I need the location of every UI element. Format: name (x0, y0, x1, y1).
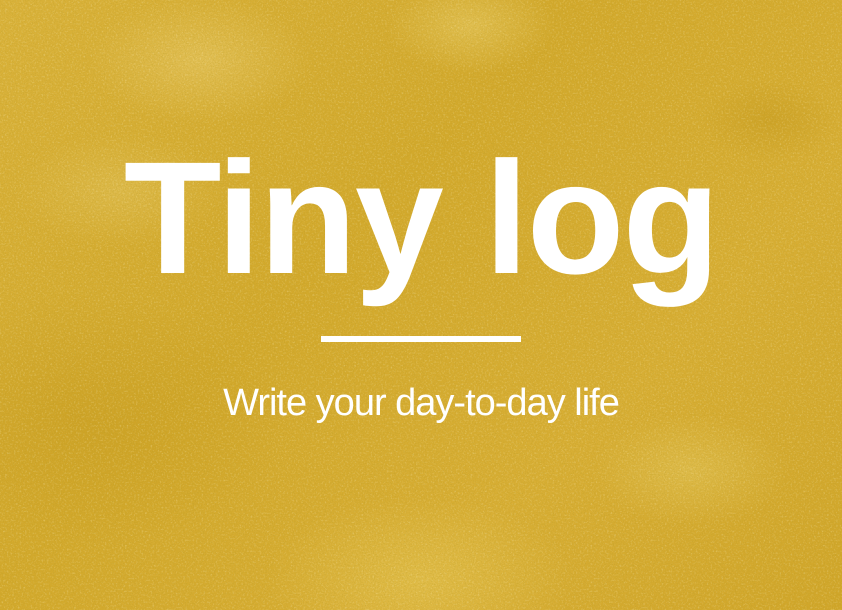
app-tagline: Write your day-to-day life (223, 382, 620, 424)
hero-banner: Tiny log Write your day-to-day life (0, 0, 842, 610)
hero-content: Tiny log Write your day-to-day life (0, 0, 842, 610)
app-title: Tiny log (123, 128, 720, 307)
title-divider (321, 336, 521, 342)
